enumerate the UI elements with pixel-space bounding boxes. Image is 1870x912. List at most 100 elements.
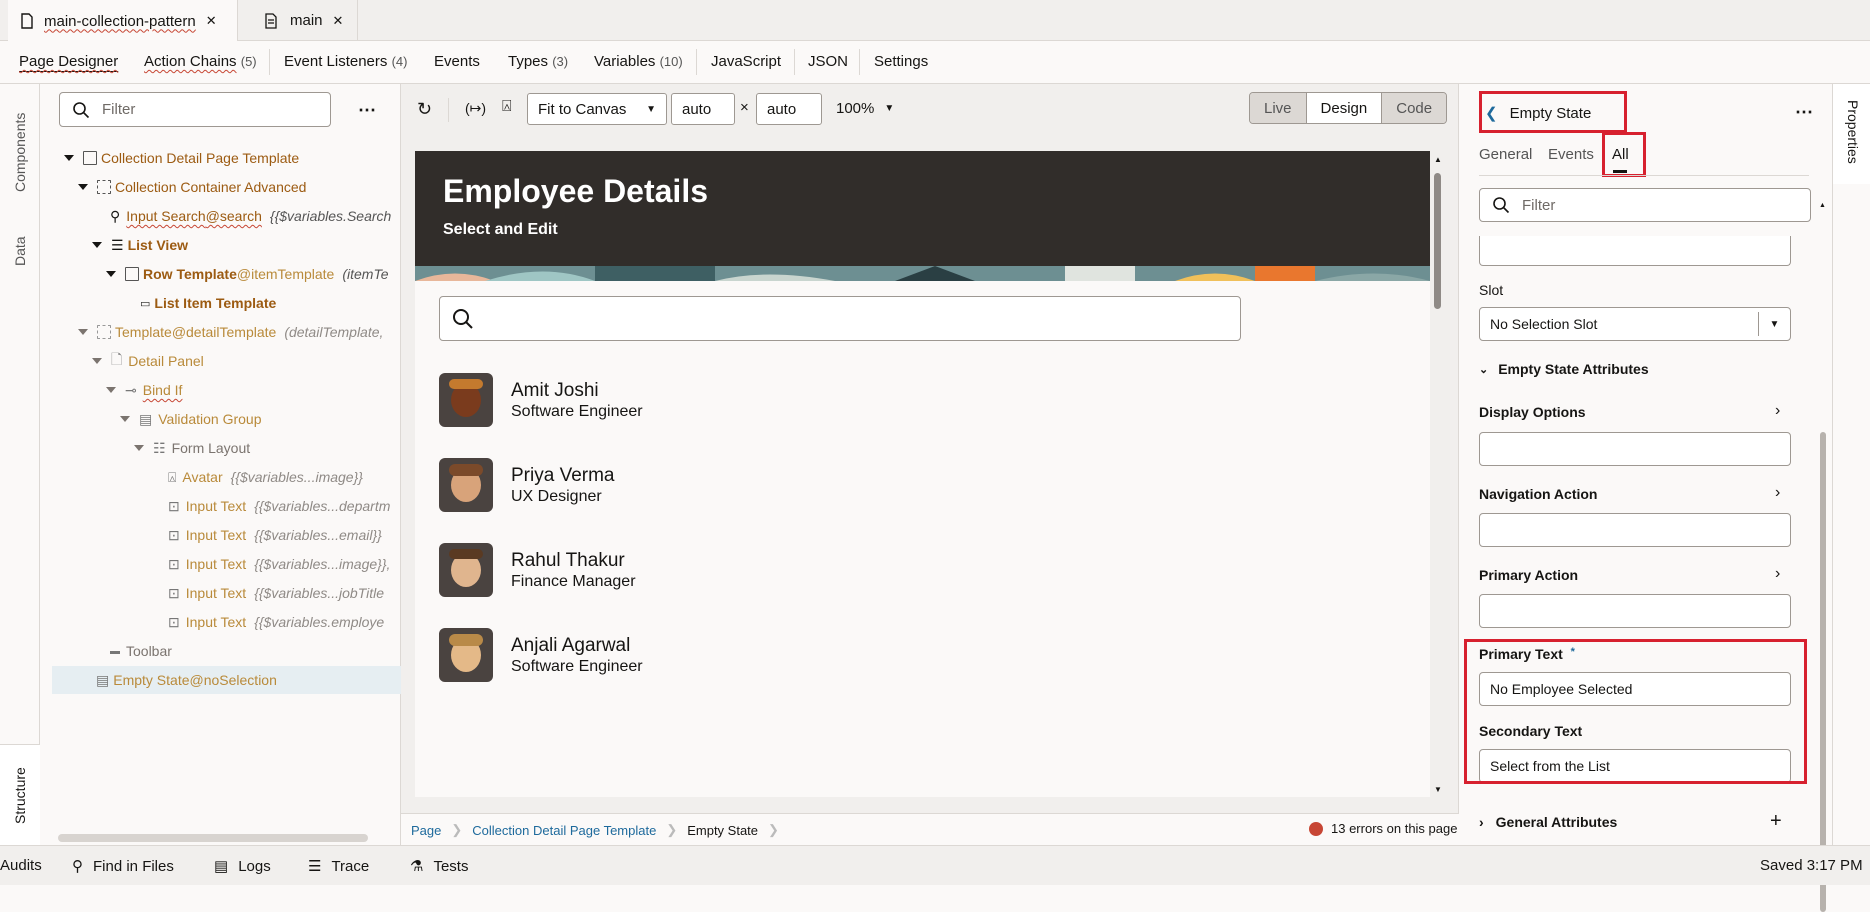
tab-types[interactable]: Types (3)	[508, 53, 568, 70]
mode-code[interactable]: Code	[1382, 93, 1447, 123]
breadcrumb-template[interactable]: Collection Detail Page Template	[472, 823, 656, 838]
horizontal-scrollbar[interactable]	[58, 834, 368, 842]
tree-node[interactable]: Row Template @itemTemplate (itemTe	[106, 262, 389, 286]
tree-node-selected[interactable]: ▤ Empty State @noSelection	[96, 668, 277, 692]
errors-indicator[interactable]: 13 errors on this page	[1309, 821, 1457, 836]
tree-node[interactable]: ⊡ Input Text {{$variables.employe	[168, 610, 384, 634]
side-tab-properties[interactable]: Properties	[1845, 100, 1861, 164]
tree-node[interactable]: ⊸ Bind If	[106, 378, 182, 402]
properties-scrollbar[interactable]: ▲	[1819, 202, 1827, 912]
mode-design[interactable]: Design	[1306, 93, 1383, 123]
trace-button[interactable]: ☰ Trace	[308, 857, 369, 876]
tree-node[interactable]: ⊡ Input Text {{$variables...email}}	[168, 523, 382, 547]
left-side-tabs: Components Data Structure	[0, 84, 40, 845]
breadcrumb: Page ❯ Collection Detail Page Template ❯…	[401, 813, 1459, 845]
general-attributes-section[interactable]: › General Attributes	[1479, 814, 1617, 830]
canvas-width-input[interactable]: auto	[671, 93, 735, 125]
file-tab-main[interactable]: main ✕	[252, 0, 358, 41]
tab-event-listeners[interactable]: Event Listeners (4)	[284, 53, 407, 70]
tests-button[interactable]: ⚗ Tests	[410, 857, 468, 876]
tab-javascript[interactable]: JavaScript	[711, 53, 781, 70]
chevron-right-icon[interactable]: ›	[1775, 484, 1780, 502]
tab-events[interactable]: Events	[1548, 146, 1594, 163]
tree-node[interactable]: ▬ Toolbar	[110, 639, 172, 663]
list-item[interactable]: Amit Joshi Software Engineer	[439, 370, 643, 430]
avatar	[439, 543, 493, 597]
tab-action-chains[interactable]: Action Chains (5)	[144, 53, 257, 70]
tab-general[interactable]: General	[1479, 146, 1532, 163]
tree-node[interactable]: ⍓ Avatar {{$variables...image}}	[168, 465, 363, 489]
chevron-right-icon[interactable]: ›	[1775, 402, 1780, 420]
side-tab-components[interactable]: Components	[12, 113, 28, 192]
structure-filter[interactable]: Filter	[59, 92, 331, 127]
tree-node[interactable]: 🗋 Detail Panel	[92, 349, 204, 373]
tree-node[interactable]: Collection Detail Page Template	[64, 146, 299, 170]
primary-action-input[interactable]	[1479, 594, 1791, 628]
logs-button[interactable]: ▤ Logs	[214, 857, 271, 876]
more-options-icon[interactable]: ⋯	[1795, 102, 1813, 123]
navigation-action-input[interactable]	[1479, 513, 1791, 547]
employee-title: Software Engineer	[511, 657, 643, 675]
tree-node[interactable]: ☷ Form Layout	[134, 436, 250, 460]
zoom-select[interactable]: 100% ▼	[836, 100, 894, 117]
file-tab-label: main	[290, 12, 323, 29]
list-item[interactable]: Rahul Thakur Finance Manager	[439, 540, 636, 600]
more-options-icon[interactable]: ⋯	[358, 100, 376, 121]
file-icon	[21, 13, 33, 29]
tree-node[interactable]: ▭ List Item Template	[140, 291, 276, 315]
canvas-scrollbar[interactable]: ▲ ▼	[1432, 151, 1442, 797]
tree-node[interactable]: ⚲ Input Search @search {{$variables.Search	[110, 204, 391, 228]
mode-live[interactable]: Live	[1250, 93, 1307, 123]
find-in-files-button[interactable]: ⚲ Find in Files	[72, 857, 174, 876]
tab-settings[interactable]: Settings	[874, 53, 928, 70]
properties-filter[interactable]: Filter	[1479, 188, 1811, 222]
avatar	[439, 628, 493, 682]
form-layout-icon: ☷	[153, 439, 166, 456]
avatar-icon: ⍓	[168, 468, 177, 485]
side-tab-structure[interactable]: Structure	[12, 767, 28, 824]
side-tab-data[interactable]: Data	[12, 236, 28, 266]
chevron-right-icon[interactable]: ›	[1775, 565, 1780, 583]
bind-if-icon: ⊸	[125, 381, 137, 398]
close-icon[interactable]: ✕	[206, 13, 217, 29]
tab-json[interactable]: JSON	[808, 53, 848, 70]
file-tab-main-collection-pattern[interactable]: main-collection-pattern ✕	[8, 0, 238, 42]
fit-to-canvas-select[interactable]: Fit to Canvas ▼	[527, 93, 667, 125]
search-icon: ⚲	[110, 207, 121, 224]
caret-down-icon: ▼	[646, 103, 656, 115]
toolbar-icon: ▬	[110, 645, 120, 657]
tab-variables[interactable]: Variables (10)	[594, 53, 683, 70]
chevron-down-icon: ⌄	[1479, 363, 1489, 376]
right-side-tabs: Properties	[1832, 84, 1870, 845]
list-item[interactable]: Priya Verma UX Designer	[439, 455, 614, 515]
partial-field[interactable]	[1479, 236, 1791, 266]
refresh-icon[interactable]: ↻	[417, 99, 432, 120]
canvas-height-input[interactable]: auto	[756, 93, 822, 125]
tree-node[interactable]: Template @detailTemplate (detailTemplate,	[78, 320, 383, 344]
input-text-icon: ⊡	[168, 526, 180, 543]
tree-node[interactable]: ☰ List View	[92, 233, 188, 257]
audits-button[interactable]: Audits	[0, 857, 42, 874]
display-options-input[interactable]	[1479, 432, 1791, 466]
tree-node[interactable]: Collection Container Advanced	[78, 175, 306, 199]
close-icon[interactable]: ✕	[333, 13, 344, 29]
chevron-right-icon: ›	[1479, 814, 1484, 830]
slot-select[interactable]: No Selection Slot ▼	[1479, 307, 1791, 341]
employee-name: Amit Joshi	[511, 379, 599, 401]
tree-node[interactable]: ▤ Validation Group	[120, 407, 261, 431]
breadcrumb-page[interactable]: Page	[411, 823, 441, 838]
file-tab-label: main-collection-pattern	[44, 12, 196, 30]
table-icon	[83, 151, 97, 165]
list-item[interactable]: Anjali Agarwal Software Engineer	[439, 625, 643, 685]
add-icon[interactable]: +	[1770, 810, 1782, 833]
tree-node[interactable]: ⊡ Input Text {{$variables...image}},	[168, 552, 390, 576]
tree-node[interactable]: ⊡ Input Text {{$variables...departm	[168, 494, 390, 518]
user-icon[interactable]: ⍓	[502, 98, 512, 116]
tab-events[interactable]: Events	[434, 53, 480, 70]
tree-node[interactable]: ⊡ Input Text {{$variables...jobTitle	[168, 581, 384, 605]
empty-state-attributes-section[interactable]: ⌄ Empty State Attributes	[1479, 361, 1649, 377]
employee-search-input[interactable]	[439, 296, 1241, 341]
tab-page-designer[interactable]: Page Designer	[19, 53, 118, 70]
variables-icon[interactable]: (↦)	[465, 100, 486, 117]
trace-icon: ☰	[308, 858, 322, 875]
